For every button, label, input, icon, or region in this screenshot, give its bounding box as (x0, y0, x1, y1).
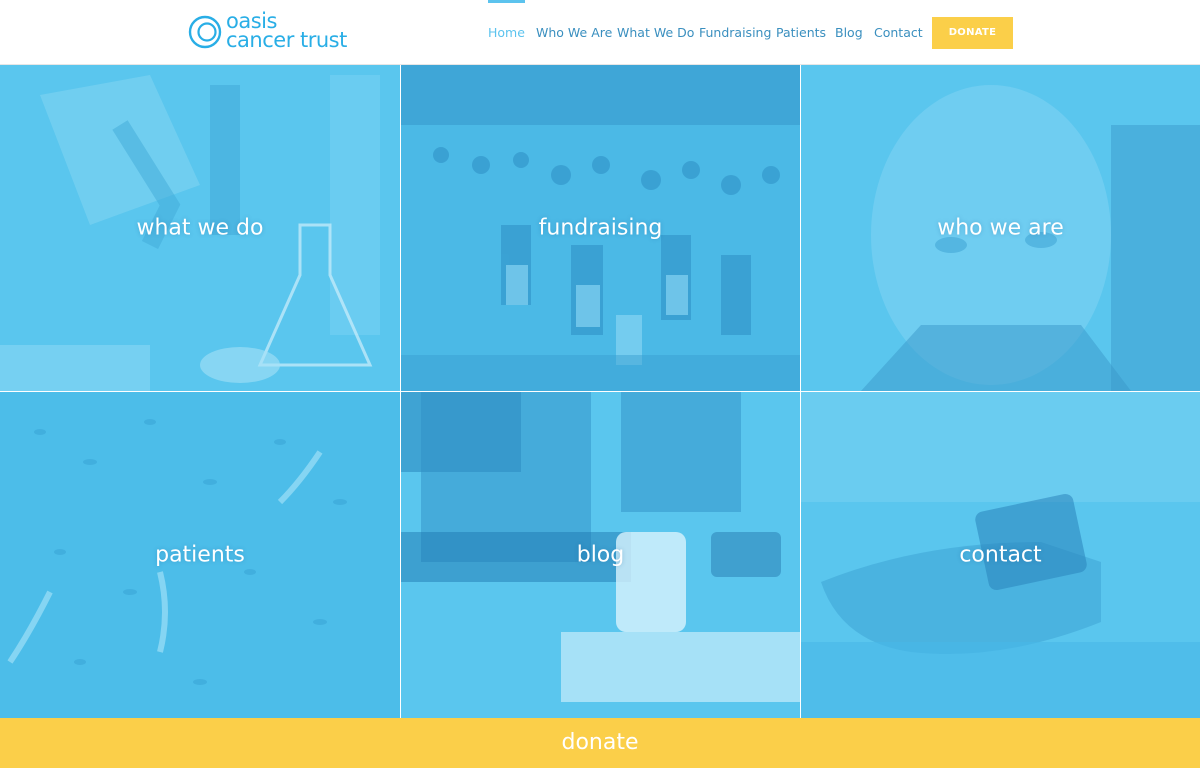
brand-line-2: cancer trust (226, 28, 347, 52)
nav-patients[interactable]: Patients (776, 0, 826, 65)
tile-blog[interactable]: blog (401, 392, 800, 718)
header-donate-button[interactable]: DONATE (932, 17, 1013, 49)
tile-patients[interactable]: patients (0, 392, 400, 718)
brand-name: oasis cancer trust (226, 11, 347, 52)
tile-label: patients (155, 542, 245, 568)
feature-tile-grid: what we do fundraising who we are patien… (0, 65, 1200, 718)
brand-logo[interactable]: oasis cancer trust (188, 11, 378, 56)
nav-fundraising[interactable]: Fundraising (699, 0, 771, 65)
nav-who-we-are[interactable]: Who We Are (536, 0, 612, 65)
tile-label: fundraising (538, 215, 663, 241)
tile-label: contact (959, 542, 1042, 568)
nav-what-we-do[interactable]: What We Do (617, 0, 694, 65)
tile-who-we-are[interactable]: who we are (801, 65, 1200, 391)
tile-label: blog (576, 542, 625, 568)
tile-label: what we do (136, 215, 264, 241)
nav-contact[interactable]: Contact (874, 0, 923, 65)
tile-label: who we are (937, 215, 1064, 241)
footer-donate-button[interactable]: donate (0, 718, 1200, 768)
tile-fundraising[interactable]: fundraising (401, 65, 800, 391)
nav-home[interactable]: Home (488, 0, 525, 65)
tile-contact[interactable]: contact (801, 392, 1200, 718)
site-header: oasis cancer trust Home Who We Are What … (0, 0, 1200, 65)
tile-what-we-do[interactable]: what we do (0, 65, 400, 391)
logo-swirl-icon (188, 15, 222, 49)
nav-blog[interactable]: Blog (835, 0, 863, 65)
